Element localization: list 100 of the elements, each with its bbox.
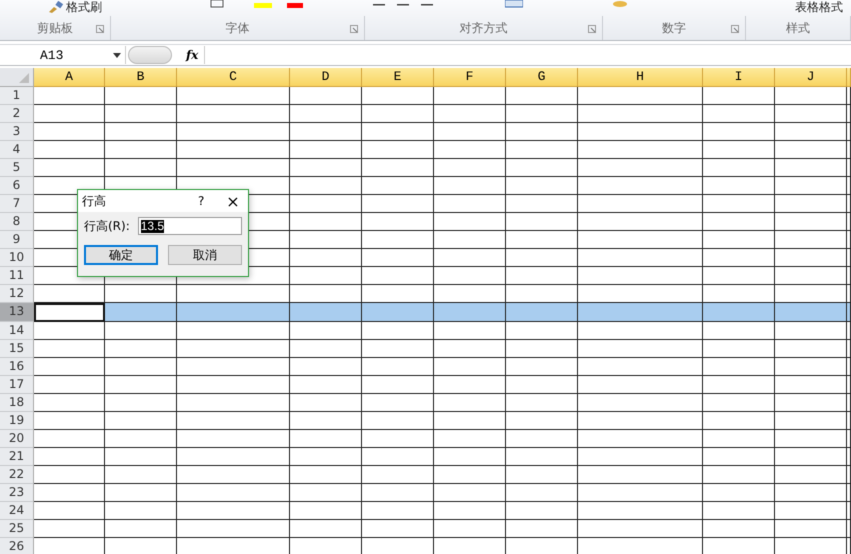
grid-cell[interactable] [290, 141, 362, 159]
splitter-handle[interactable] [128, 46, 172, 64]
row-header[interactable]: 26 [0, 538, 34, 554]
grid-cell[interactable] [703, 177, 775, 195]
grid-cell[interactable] [847, 87, 851, 105]
grid-cell[interactable] [703, 159, 775, 177]
grid-cell[interactable] [362, 376, 434, 394]
grid-cell[interactable] [177, 484, 290, 502]
row-header[interactable]: 20 [0, 430, 34, 448]
grid-cell[interactable] [775, 213, 847, 231]
grid-cell[interactable] [703, 105, 775, 123]
grid-cell[interactable] [847, 484, 851, 502]
ok-button[interactable]: 确定 [84, 245, 158, 265]
grid-cell[interactable] [578, 394, 703, 412]
grid-cell[interactable] [290, 249, 362, 267]
grid-cell[interactable] [434, 412, 506, 430]
grid-cell[interactable] [34, 394, 105, 412]
grid-cell[interactable] [177, 358, 290, 376]
grid-cell[interactable] [34, 123, 105, 141]
grid-cell[interactable] [434, 249, 506, 267]
row-header[interactable]: 5 [0, 159, 34, 177]
row-header[interactable]: 16 [0, 358, 34, 376]
grid-cell[interactable] [578, 520, 703, 538]
grid-cell[interactable] [775, 231, 847, 249]
grid-cell[interactable] [578, 430, 703, 448]
grid-cell[interactable] [775, 267, 847, 285]
grid-cell[interactable] [775, 358, 847, 376]
grid-cell[interactable] [34, 141, 105, 159]
grid-cell[interactable] [362, 231, 434, 249]
row-header[interactable]: 25 [0, 520, 34, 538]
grid-cell[interactable] [703, 340, 775, 358]
grid-cell[interactable] [34, 466, 105, 484]
row-header[interactable]: 7 [0, 195, 34, 213]
grid-cell[interactable] [578, 159, 703, 177]
grid-cell[interactable] [177, 105, 290, 123]
grid-cell[interactable] [703, 303, 775, 322]
grid-cell[interactable] [578, 466, 703, 484]
grid-cell[interactable] [775, 502, 847, 520]
grid-cell[interactable] [847, 123, 851, 141]
grid-cell[interactable] [703, 394, 775, 412]
grid-cell[interactable] [105, 322, 177, 340]
grid-cell[interactable] [34, 303, 105, 322]
grid-cell[interactable] [847, 267, 851, 285]
grid-cell[interactable] [177, 502, 290, 520]
grid-cell[interactable] [362, 448, 434, 466]
grid-cell[interactable] [847, 213, 851, 231]
grid-cell[interactable] [506, 430, 578, 448]
grid-cell[interactable] [362, 213, 434, 231]
grid-cell[interactable] [847, 303, 851, 322]
grid-cell[interactable] [506, 159, 578, 177]
grid-cell[interactable] [434, 394, 506, 412]
column-header[interactable]: D [290, 68, 362, 87]
grid-cell[interactable] [290, 340, 362, 358]
name-box[interactable]: A13 [0, 46, 126, 64]
grid-cell[interactable] [847, 141, 851, 159]
row-header[interactable]: 21 [0, 448, 34, 466]
grid-cell[interactable] [703, 195, 775, 213]
grid-cell[interactable] [847, 394, 851, 412]
grid-cell[interactable] [290, 195, 362, 213]
row-height-field[interactable]: 13.5 [138, 217, 242, 235]
grid-cell[interactable] [290, 177, 362, 195]
grid-cell[interactable] [290, 502, 362, 520]
grid-cell[interactable] [775, 141, 847, 159]
cancel-button[interactable]: 取消 [168, 245, 242, 265]
grid-cell[interactable] [177, 340, 290, 358]
grid-cell[interactable] [775, 123, 847, 141]
grid-cell[interactable] [362, 267, 434, 285]
grid-cell[interactable] [703, 213, 775, 231]
grid-cell[interactable] [578, 123, 703, 141]
grid-cell[interactable] [703, 358, 775, 376]
grid-cell[interactable] [362, 141, 434, 159]
grid-cell[interactable] [177, 87, 290, 105]
grid-cell[interactable] [177, 520, 290, 538]
grid-cell[interactable] [34, 412, 105, 430]
grid-cell[interactable] [775, 394, 847, 412]
grid-cell[interactable] [34, 448, 105, 466]
grid-cell[interactable] [290, 430, 362, 448]
grid-cell[interactable] [105, 484, 177, 502]
grid-cell[interactable] [362, 394, 434, 412]
grid-cell[interactable] [362, 159, 434, 177]
grid-cell[interactable] [847, 249, 851, 267]
grid-cell[interactable] [177, 430, 290, 448]
grid-cell[interactable] [775, 249, 847, 267]
row-header[interactable]: 17 [0, 376, 34, 394]
grid-cell[interactable] [362, 303, 434, 322]
grid-cell[interactable] [847, 358, 851, 376]
grid-cell[interactable] [177, 394, 290, 412]
grid-cell[interactable] [362, 105, 434, 123]
column-header[interactable]: E [362, 68, 434, 87]
grid-cell[interactable] [578, 231, 703, 249]
grid-cell[interactable] [105, 394, 177, 412]
dialog-launcher-icon[interactable] [96, 25, 104, 33]
row-header[interactable]: 1 [0, 87, 34, 105]
grid-cell[interactable] [34, 520, 105, 538]
grid-cell[interactable] [290, 484, 362, 502]
grid-cell[interactable] [847, 520, 851, 538]
grid-cell[interactable] [847, 177, 851, 195]
insert-function-button[interactable]: fx [186, 48, 198, 62]
grid-cell[interactable] [506, 105, 578, 123]
grid-cell[interactable] [775, 484, 847, 502]
